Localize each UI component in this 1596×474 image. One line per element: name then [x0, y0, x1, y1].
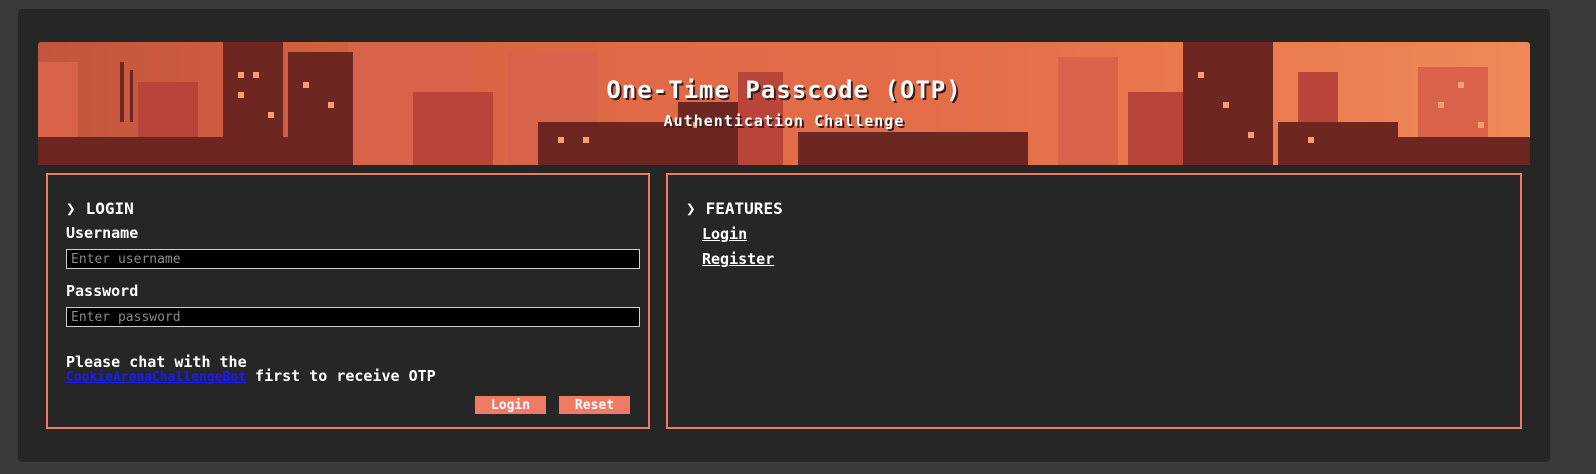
feature-link-login[interactable]: Login	[702, 225, 747, 243]
page-title: One-Time Passcode (OTP)	[606, 76, 962, 104]
chevron-right-icon: ❯	[66, 199, 76, 218]
otp-instructions: Please chat with the CookieArenaChalleng…	[66, 355, 646, 385]
login-heading: ❯ LOGIN	[66, 199, 134, 218]
login-panel: ❯ LOGIN Username Password Please chat wit…	[46, 173, 650, 429]
chat-bot-link[interactable]: CookieArenaChallengeBot	[66, 370, 246, 385]
header-banner: One-Time Passcode (OTP) Authentication C…	[38, 42, 1530, 165]
password-input[interactable]	[66, 307, 640, 327]
otp-note-suffix: first to receive OTP	[246, 367, 436, 385]
feature-link-register[interactable]: Register	[702, 250, 774, 268]
otp-note-prefix: Please chat with the	[66, 353, 247, 371]
username-label: Username	[66, 224, 139, 242]
app-container: One-Time Passcode (OTP) Authentication C…	[18, 9, 1550, 462]
chevron-right-icon: ❯	[686, 199, 696, 218]
password-label: Password	[66, 282, 139, 300]
features-heading-text: FEATURES	[705, 199, 783, 218]
page-subtitle: Authentication Challenge	[663, 112, 905, 130]
features-heading: ❯ FEATURES	[686, 199, 783, 218]
features-panel: ❯ FEATURES Login Register	[666, 173, 1522, 429]
login-button[interactable]: Login	[475, 396, 546, 414]
username-input[interactable]	[66, 249, 640, 269]
login-heading-text: LOGIN	[85, 199, 134, 218]
reset-button[interactable]: Reset	[559, 396, 630, 414]
